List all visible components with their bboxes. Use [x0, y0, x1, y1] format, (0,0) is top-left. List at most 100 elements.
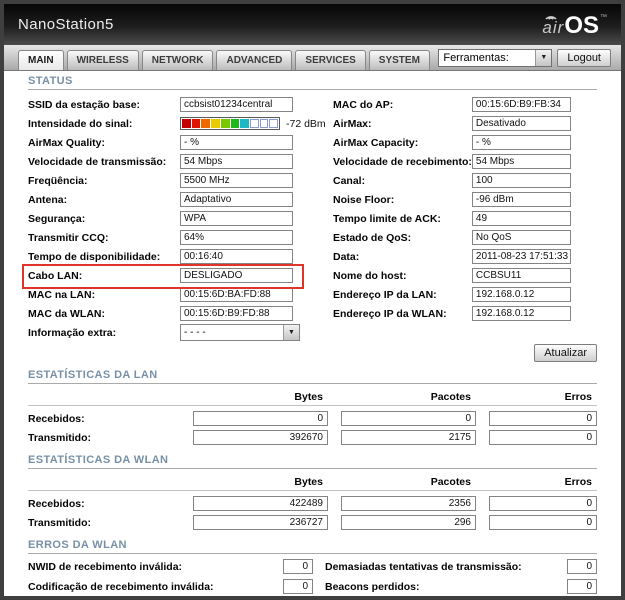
signal-segment — [211, 119, 220, 128]
tab-wireless[interactable]: WIRELESS — [66, 50, 139, 70]
tools-select[interactable]: Ferramentas: ▼ — [438, 48, 553, 67]
signal-strength-label: Intensidade do sinal: — [28, 117, 133, 130]
tx-rate-field: 54 Mbps — [180, 154, 293, 169]
qos-label: Estado de QoS: — [333, 231, 412, 244]
lan-rx-packets: 0 — [341, 411, 476, 426]
missed-beacons-value: 0 — [567, 579, 597, 594]
main-content: STATUS SSID da estação base: ccbsist0123… — [4, 71, 621, 594]
signal-segment-empty — [250, 119, 259, 128]
security-field: WPA — [180, 211, 293, 226]
tab-controls: Ferramentas: ▼ Logout — [438, 48, 611, 67]
antenna-label: Antena: — [28, 193, 68, 206]
status-grid: SSID da estação base: ccbsist01234centra… — [22, 95, 597, 342]
airmax-field: Desativado — [471, 116, 571, 131]
wlan-tx-bytes: 236727 — [193, 515, 328, 530]
missed-beacons-label: Beacons perdidos: — [325, 580, 420, 593]
refresh-button[interactable]: Atualizar — [534, 344, 597, 362]
airos-logo: air OS ™ — [542, 11, 607, 38]
tools-select-value: Ferramentas: — [443, 51, 509, 64]
wlan-errors-title: ERROS DA WLAN — [28, 539, 127, 551]
invalid-nwid-label: NWID de recebimento inválida: — [28, 560, 183, 573]
wlan-ip-label: Endereço IP da WLAN: — [333, 307, 447, 320]
divider — [28, 383, 597, 384]
wlan-stats-title: ESTATÍSTICAS DA WLAN — [28, 454, 169, 466]
tab-advanced[interactable]: ADVANCED — [216, 50, 293, 70]
channel-field: 100 — [471, 173, 571, 188]
lan-mac-field: 00:15:6D:BA:FD:88 — [180, 287, 293, 302]
wlan-stats-header: Bytes Pacotes Erros — [28, 474, 597, 489]
lan-tx-bytes: 392670 — [193, 430, 328, 445]
col-erros: Erros — [564, 390, 592, 403]
hostname-label: Nome do host: — [333, 269, 407, 282]
lan-ip-label: Endereço IP da LAN: — [333, 288, 437, 301]
lan-ip-field: 192.168.0.12 — [471, 287, 571, 302]
airmax-capacity-field: - % — [471, 135, 571, 150]
tx-ccq-field: 64% — [180, 230, 293, 245]
app-header: NanoStation5 air OS ™ — [4, 4, 621, 45]
tab-system[interactable]: SYSTEM — [368, 50, 430, 70]
wlan-rx-packets: 2356 — [341, 496, 476, 511]
signal-segment — [182, 119, 191, 128]
lan-stats-rows: Recebidos: 0 0 0 Transmitido: 392670 217… — [28, 409, 597, 447]
wlan-stats-rows: Recebidos: 422489 2356 0 Transmitido: 23… — [28, 494, 597, 532]
tab-network[interactable]: NETWORK — [141, 50, 214, 70]
col-pacotes: Pacotes — [430, 390, 471, 403]
logout-button[interactable]: Logout — [557, 48, 611, 67]
wlan-mac-label: MAC da WLAN: — [28, 307, 105, 320]
lan-cable-label: Cabo LAN: — [28, 269, 83, 282]
dropdown-arrow-icon: ▼ — [283, 325, 299, 340]
signal-segment — [240, 119, 249, 128]
signal-strength-bar — [180, 117, 280, 130]
row-label-received: Recebidos: — [28, 412, 85, 425]
wlan-ip-field: 192.168.0.12 — [471, 306, 571, 321]
invalid-crypt-label: Codificação de recebimento inválida: — [28, 580, 214, 593]
trademark-symbol: ™ — [600, 14, 607, 21]
tabs: MAIN WIRELESS NETWORK ADVANCED SERVICES … — [18, 50, 433, 70]
ap-mac-field: 00:15:6D:B9:FB:34 — [471, 97, 571, 112]
lan-stats-title: ESTATÍSTICAS DA LAN — [28, 369, 158, 381]
tab-main[interactable]: MAIN — [18, 50, 64, 70]
airos-logo-air-wrap: air — [542, 16, 564, 38]
signal-strength-value: -72 dBm — [286, 117, 326, 130]
tx-retries-label: Demasiadas tentativas de transmissão: — [325, 560, 522, 573]
row-label-received: Recebidos: — [28, 497, 85, 510]
divider — [28, 490, 597, 491]
signal-segment — [220, 119, 230, 128]
antenna-field: Adaptativo — [180, 192, 293, 207]
frequency-label: Freqüência: — [28, 174, 88, 187]
status-section-title: STATUS — [28, 75, 73, 87]
lan-stats-header: Bytes Pacotes Erros — [28, 389, 597, 404]
lan-tx-errors: 0 — [489, 430, 597, 445]
rx-rate-label: Velocidade de recebimento: — [333, 155, 472, 168]
lan-tx-packets: 2175 — [341, 430, 476, 445]
ssid-field: ccbsist01234central — [180, 97, 293, 112]
ack-timeout-label: Tempo limite de ACK: — [333, 212, 441, 225]
ack-timeout-field: 49 — [471, 211, 571, 226]
col-bytes: Bytes — [294, 475, 323, 488]
security-label: Segurança: — [28, 212, 86, 225]
wlan-mac-field: 00:15:6D:B9:FD:88 — [180, 306, 293, 321]
invalid-crypt-value: 0 — [283, 579, 313, 594]
airmax-quality-field: - % — [180, 135, 293, 150]
airmax-label: AirMax: — [333, 117, 372, 130]
lan-mac-label: MAC na LAN: — [28, 288, 96, 301]
col-erros: Erros — [564, 475, 592, 488]
airmax-capacity-label: AirMax Capacity: — [333, 136, 419, 149]
extra-info-select-value: - - - - — [184, 327, 206, 338]
divider — [28, 405, 597, 406]
tab-services[interactable]: SERVICES — [295, 50, 366, 70]
signal-strength-cell: -72 dBm — [180, 117, 333, 130]
signal-segment-empty — [260, 119, 269, 128]
extra-info-select[interactable]: - - - - ▼ — [180, 324, 300, 341]
wlan-errors-section: ERROS DA WLAN NWID de recebimento inváli… — [28, 539, 597, 594]
col-pacotes: Pacotes — [430, 475, 471, 488]
noise-floor-label: Noise Floor: — [333, 193, 395, 206]
row-label-transmitted: Transmitido: — [28, 431, 92, 444]
device-name: NanoStation5 — [18, 16, 114, 33]
invalid-nwid-value: 0 — [283, 559, 313, 574]
ap-mac-label: MAC do AP: — [333, 98, 394, 111]
date-label: Data: — [333, 250, 360, 263]
date-field: 2011-08-23 17:51:33 — [471, 249, 571, 264]
signal-segment-empty — [269, 119, 278, 128]
uptime-label: Tempo de disponibilidade: — [28, 250, 161, 263]
